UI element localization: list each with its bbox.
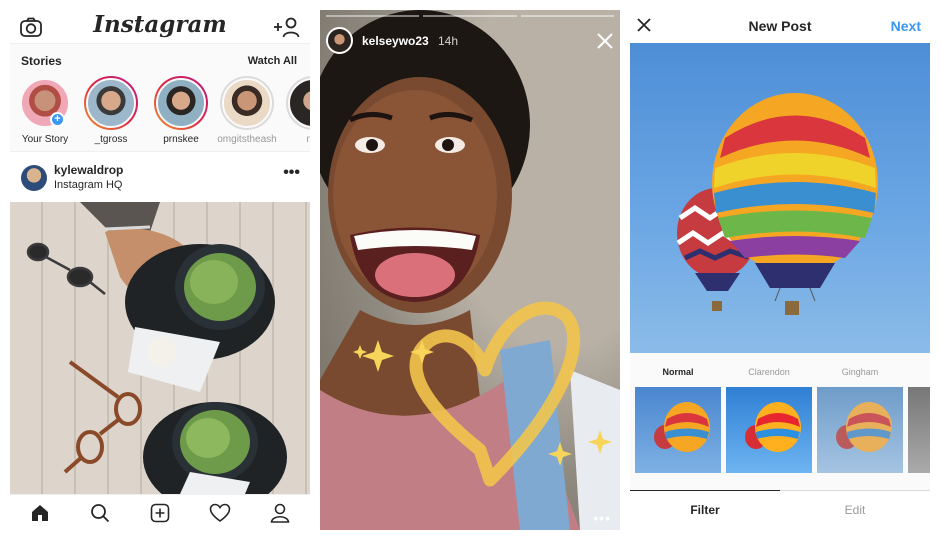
new-post-tabs: Filter Edit [630,490,930,530]
filter-label: Gingham [841,367,879,377]
close-icon[interactable] [596,32,614,50]
filter-normal[interactable]: Normal [634,367,722,473]
home-icon[interactable] [28,501,52,525]
matcha-photo-illustration [26,202,287,494]
story-your-story[interactable]: + Your Story [12,76,78,145]
story-ring [154,76,208,130]
page-title: New Post [748,18,812,34]
story-ring [220,76,274,130]
story-photo-illustration [320,10,620,530]
story-mc[interactable]: mc [280,76,310,145]
story-viewer-screen[interactable]: kelseywo23 14h ••• [320,10,620,530]
filter-thumbnail [635,387,721,473]
add-icon[interactable] [148,501,172,525]
filter-clarendon[interactable]: Clarendon [725,367,813,473]
new-post-header: New Post Next [630,10,930,43]
story-username[interactable]: kelseywo23 [362,34,429,48]
story-tgross[interactable]: _tgross [78,76,144,145]
progress-segment [326,15,420,17]
story-timestamp: 14h [438,34,459,48]
story-avatar [86,78,136,128]
story-ring [84,76,138,130]
story-avatar [288,78,310,128]
filter-label: Normal [662,367,694,377]
stories-tray: Stories Watch All + Your Story _tgross p… [10,44,310,152]
feed-header: Instagram [10,10,310,44]
heart-icon[interactable] [208,501,232,525]
search-icon[interactable] [88,501,112,525]
story-prnskee[interactable]: prnskee [148,76,214,145]
filter-label [907,367,930,387]
add-story-icon: + [50,112,65,127]
post-photo[interactable] [10,202,310,494]
story-name: prnskee [163,134,199,145]
story-name: omgitstheash [217,134,277,145]
story-avatar [222,78,272,128]
filter-thumbnail [817,387,903,473]
filter-next-partial[interactable] [907,367,930,473]
bottom-navigation [10,494,310,530]
selected-photo-preview [630,43,930,353]
instagram-logo: Instagram [93,11,227,38]
tab-edit[interactable]: Edit [780,490,930,530]
story-name: Your Story [21,134,69,145]
profile-icon[interactable] [268,501,292,525]
next-button[interactable]: Next [891,18,921,34]
hot-air-balloons-illustration [676,93,878,315]
story-more-options-icon[interactable]: ••• [593,510,611,526]
progress-segment [520,15,614,17]
post-location[interactable]: Instagram HQ [54,179,122,191]
story-omgitstheash[interactable]: omgitstheash [214,76,280,145]
filter-strip: Normal Clarendon Gingham [630,353,930,495]
feed-screen: Instagram Stories Watch All + Your Story… [10,10,310,530]
post-avatar[interactable] [21,165,47,191]
story-progress-bar [326,15,614,17]
new-post-screen: New Post Next Normal Clarendon Gingham F… [630,10,930,530]
stories-title: Stories [21,54,62,68]
tab-filter[interactable]: Filter [630,490,780,530]
filter-label: Clarendon [748,367,790,377]
story-ring [286,76,310,130]
filter-gingham[interactable]: Gingham [816,367,904,473]
story-name: _tgross [94,134,128,145]
story-name: mc [280,134,310,145]
add-person-icon[interactable] [272,16,300,38]
post-header: kylewaldrop Instagram HQ ••• [10,152,310,202]
progress-segment [423,15,517,17]
post-username[interactable]: kylewaldrop [54,163,123,177]
story-avatar [156,78,206,128]
more-options-icon[interactable]: ••• [283,164,300,182]
filter-thumbnail [726,387,812,473]
watch-all-link[interactable]: Watch All [248,55,297,67]
story-user-avatar[interactable] [326,27,353,54]
filter-thumbnail [908,387,930,473]
